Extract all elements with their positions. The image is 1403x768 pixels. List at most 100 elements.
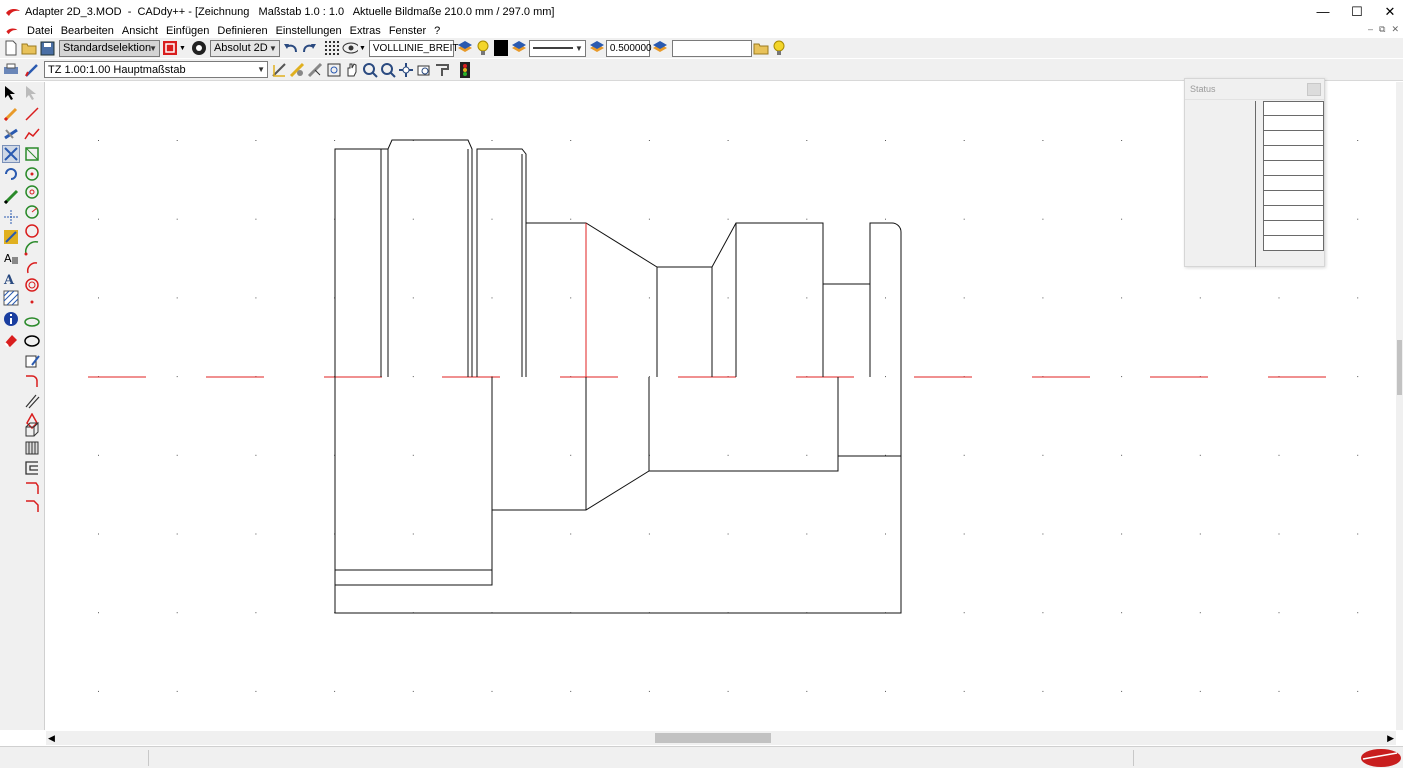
status-panel-splitter[interactable] [1255, 101, 1256, 267]
selection-mode-select[interactable]: Standardselektion ▼ [59, 39, 160, 57]
layer-stack-icon[interactable] [652, 40, 668, 56]
folder-icon[interactable] [753, 40, 769, 56]
menu-einstellungen[interactable]: Einstellungen [272, 25, 346, 37]
status-separator [1133, 750, 1134, 766]
zoom-in-icon[interactable] [362, 62, 378, 78]
rectangle-tool-icon[interactable] [23, 145, 41, 163]
line-style-select[interactable]: ▼ [528, 39, 586, 57]
globe-icon[interactable] [191, 40, 207, 56]
close-button[interactable]: ✕ [1373, 0, 1403, 23]
draw-pencil-icon[interactable] [2, 105, 20, 123]
parallel-lines-icon[interactable] [23, 392, 41, 410]
mdi-close-button[interactable]: ✕ [1391, 24, 1399, 35]
menu-definieren[interactable]: Definieren [213, 25, 271, 37]
layer-stack-icon[interactable] [457, 40, 473, 56]
upper-profile [334, 139, 902, 377]
redraw-icon[interactable] [434, 62, 450, 78]
chevron-down-icon[interactable]: ▼ [179, 45, 186, 52]
arc-2-tool-icon[interactable] [23, 258, 41, 276]
new-file-icon[interactable] [3, 40, 19, 56]
maximize-button[interactable]: ☐ [1340, 0, 1374, 23]
line-tool-icon[interactable] [23, 105, 41, 123]
text-format-icon[interactable]: A [2, 249, 20, 267]
menu-help[interactable]: ? [430, 25, 444, 37]
ellipse-2-tool-icon[interactable] [23, 332, 41, 350]
traffic-light-icon[interactable] [457, 61, 473, 78]
corner-tool-icon[interactable] [23, 479, 41, 497]
ring-tool-icon[interactable] [23, 276, 41, 294]
menu-fenster[interactable]: Fenster [385, 25, 430, 37]
selection-filter-icon[interactable] [162, 40, 178, 56]
modify-tool-icon[interactable] [2, 125, 20, 143]
menu-extras[interactable]: Extras [346, 25, 385, 37]
menu-einfuegen[interactable]: Einfügen [162, 25, 213, 37]
circle-radius-tool-icon[interactable] [23, 183, 41, 201]
line-type-field[interactable]: VOLLLINIE_BREIT [368, 39, 458, 57]
circle-tangent-tool-icon[interactable] [23, 203, 41, 221]
mdi-restore-button[interactable]: ⧉ [1379, 24, 1385, 35]
layer-stack-icon[interactable] [511, 40, 527, 56]
point-tool-icon[interactable] [23, 293, 41, 311]
scroll-right-arrow-icon[interactable]: ▶ [1387, 731, 1394, 745]
view-eye-icon[interactable] [342, 40, 358, 56]
construction-lines-icon[interactable] [2, 208, 20, 226]
select-arrow-gray-icon[interactable] [23, 84, 41, 102]
undo-icon[interactable] [283, 40, 299, 56]
color-black-swatch-icon[interactable] [493, 40, 509, 56]
text-tool-icon[interactable]: A [2, 270, 20, 288]
trim-tool-icon[interactable] [2, 145, 20, 163]
zoom-all-icon[interactable] [398, 62, 414, 78]
pen-scale-icon[interactable] [24, 62, 40, 78]
zoom-previous-icon[interactable] [416, 62, 432, 78]
grid-icon[interactable] [324, 40, 340, 56]
scale-select[interactable]: TZ 1.00:1.00 Hauptmaßstab ▼ [44, 61, 268, 78]
minimize-button[interactable]: — [1306, 0, 1340, 23]
ellipse-tool-icon[interactable] [23, 313, 41, 331]
menu-bearbeiten[interactable]: Bearbeiten [57, 25, 118, 37]
chamfer-tool-icon[interactable] [23, 497, 41, 515]
move-ruler-icon[interactable] [307, 62, 323, 78]
eraser-icon[interactable] [2, 331, 20, 349]
select-arrow-icon[interactable] [2, 84, 20, 102]
redo-icon[interactable] [301, 40, 317, 56]
zoom-out-icon[interactable] [380, 62, 396, 78]
zoom-window-icon[interactable] [326, 62, 342, 78]
status-panel-close-button[interactable] [1307, 83, 1321, 96]
open-folder-icon[interactable] [21, 40, 37, 56]
info-icon[interactable] [2, 310, 20, 328]
box-3d-icon[interactable] [23, 421, 41, 439]
chevron-down-icon[interactable]: ▼ [359, 45, 366, 52]
lightbulb-icon[interactable] [771, 40, 787, 56]
scale-ruler-icon[interactable] [289, 62, 305, 78]
snap-tool-icon[interactable] [2, 228, 20, 246]
menu-ansicht[interactable]: Ansicht [118, 25, 162, 37]
polyline-tool-icon[interactable] [23, 125, 41, 143]
offset-tool-icon[interactable] [23, 459, 41, 477]
book-icon[interactable] [23, 439, 41, 457]
pan-hand-icon[interactable] [344, 62, 360, 78]
mdi-minimize-button[interactable]: – [1368, 24, 1373, 35]
coord-mode-select[interactable]: Absolut 2D ▼ [209, 39, 280, 57]
save-icon[interactable] [39, 40, 55, 56]
scroll-left-arrow-icon[interactable]: ◀ [48, 731, 55, 745]
edit-tool-icon[interactable] [23, 352, 41, 370]
arc-tool-icon[interactable] [23, 239, 41, 257]
dimension-tool-icon[interactable] [2, 188, 20, 206]
horizontal-scroll-thumb[interactable] [655, 733, 771, 743]
extra-input-field[interactable] [671, 39, 752, 57]
fillet-tool-icon[interactable] [23, 372, 41, 390]
line-width-field[interactable]: 0.500000 [605, 39, 652, 57]
lightbulb-icon[interactable] [475, 40, 491, 56]
horizontal-scrollbar[interactable]: ◀ ▶ [46, 731, 1396, 745]
circle-3pt-tool-icon[interactable] [23, 222, 41, 240]
rotate-tool-icon[interactable] [2, 165, 20, 183]
print-icon[interactable] [3, 62, 19, 78]
hatch-tool-icon[interactable] [2, 289, 20, 307]
vertical-scrollbar[interactable] [1396, 82, 1403, 730]
document-logo-icon[interactable] [5, 27, 19, 35]
vertical-scroll-thumb[interactable] [1397, 340, 1402, 395]
circle-center-tool-icon[interactable] [23, 165, 41, 183]
menu-datei[interactable]: Datei [23, 25, 57, 37]
measure-icon[interactable] [271, 62, 287, 78]
layer-stack-icon[interactable] [589, 40, 605, 56]
